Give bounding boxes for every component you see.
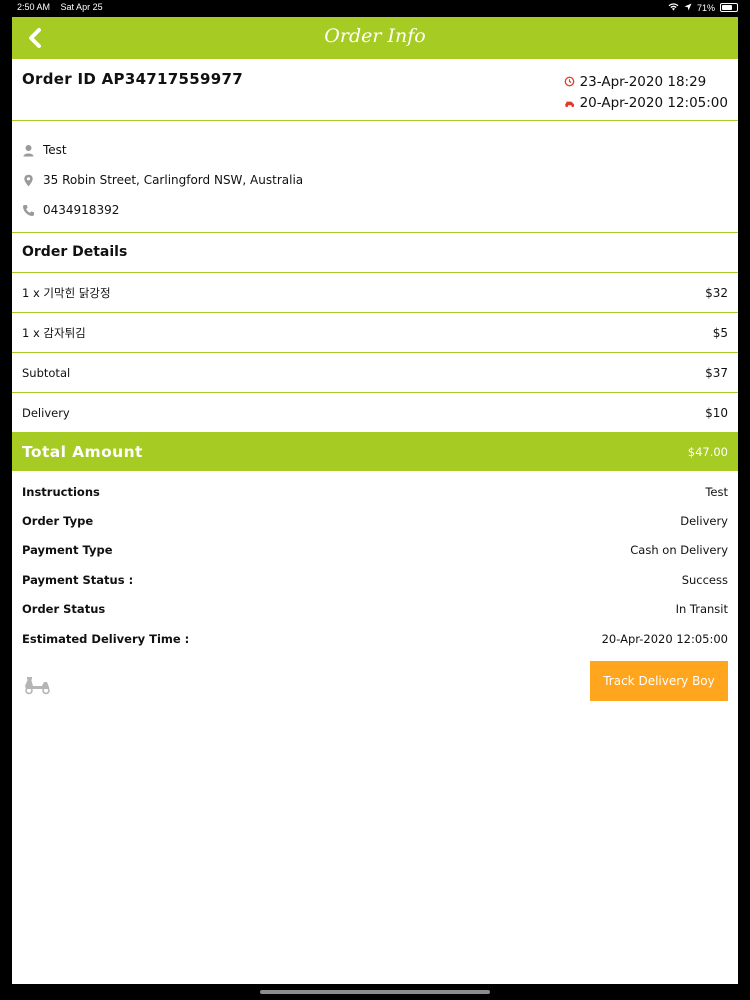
info-key: Instructions bbox=[22, 484, 100, 499]
info-value: Delivery bbox=[680, 514, 728, 529]
order-line-item: 1 x 기막힌 닭강정 $32 bbox=[12, 273, 738, 313]
info-row-payment-status: Payment Status : Success bbox=[12, 565, 738, 594]
info-row-instructions: Instructions Test bbox=[12, 477, 738, 506]
order-details-title: Order Details bbox=[12, 233, 738, 273]
customer-address-row: 35 Robin Street, Carlingford NSW, Austra… bbox=[12, 165, 738, 195]
order-line-item: 1 x 감자튀김 $5 bbox=[12, 313, 738, 353]
page-title: Order Info bbox=[324, 25, 426, 47]
order-info-list: Instructions Test Order Type Delivery Pa… bbox=[12, 471, 738, 653]
status-date: Sat Apr 25 bbox=[60, 2, 103, 12]
info-value: In Transit bbox=[675, 602, 728, 617]
info-row-estimated-delivery: Estimated Delivery Time : 20-Apr-2020 12… bbox=[12, 624, 738, 653]
customer-name-row: Test bbox=[12, 135, 738, 165]
order-date: 23-Apr-2020 18:29 bbox=[579, 73, 707, 90]
scooter-icon bbox=[25, 677, 50, 695]
info-value: 20-Apr-2020 12:05:00 bbox=[601, 631, 728, 646]
info-key: Payment Type bbox=[22, 543, 113, 558]
order-info-screen: Order Info Order ID AP34717559977 23-Apr… bbox=[12, 17, 738, 984]
total-amount-value: $47.00 bbox=[687, 445, 728, 459]
tracking-area: Track Delivery Boy bbox=[12, 661, 738, 721]
order-header: Order ID AP34717559977 23-Apr-2020 18:29… bbox=[12, 59, 738, 121]
person-icon bbox=[23, 144, 34, 156]
customer-section: Test 35 Robin Street, Carlingford NSW, A… bbox=[12, 121, 738, 233]
info-value: Success bbox=[681, 572, 728, 587]
info-value: Cash on Delivery bbox=[630, 543, 728, 558]
order-dates: 23-Apr-2020 18:29 20-Apr-2020 12:05:00 bbox=[564, 71, 728, 113]
customer-name: Test bbox=[43, 143, 67, 157]
navigation-bar: Order Info bbox=[12, 17, 738, 59]
customer-phone-row: 0434918392 bbox=[12, 195, 738, 225]
wifi-icon bbox=[668, 2, 679, 13]
subtotal-amount: $37 bbox=[705, 365, 728, 380]
subtotal-row: Subtotal $37 bbox=[12, 353, 738, 393]
line-item-label: 1 x 기막힌 닭강정 bbox=[22, 285, 111, 300]
line-item-label: 1 x 감자튀김 bbox=[22, 325, 86, 340]
battery-icon bbox=[720, 3, 738, 12]
order-date-row: 23-Apr-2020 18:29 bbox=[564, 71, 728, 92]
location-pin-icon bbox=[24, 174, 33, 186]
battery-percent: 71% bbox=[696, 2, 715, 13]
track-delivery-boy-button[interactable]: Track Delivery Boy bbox=[590, 661, 728, 702]
delivery-scooter-icon bbox=[564, 101, 574, 107]
home-indicator[interactable] bbox=[260, 990, 490, 994]
delivery-date-row: 20-Apr-2020 12:05:00 bbox=[564, 92, 728, 113]
customer-address: 35 Robin Street, Carlingford NSW, Austra… bbox=[43, 173, 304, 187]
info-key: Estimated Delivery Time : bbox=[22, 631, 190, 646]
order-id: Order ID AP34717559977 bbox=[22, 70, 243, 88]
status-time: 2:50 AM bbox=[17, 2, 51, 12]
info-row-order-status: Order Status In Transit bbox=[12, 595, 738, 624]
line-item-amount: $5 bbox=[712, 325, 728, 340]
delivery-fee-amount: $10 bbox=[705, 405, 728, 420]
location-arrow-icon bbox=[684, 3, 692, 13]
subtotal-label: Subtotal bbox=[22, 365, 71, 380]
delivery-fee-label: Delivery bbox=[22, 405, 70, 420]
info-row-order-type: Order Type Delivery bbox=[12, 506, 738, 535]
info-row-payment-type: Payment Type Cash on Delivery bbox=[12, 536, 738, 565]
delivery-fee-row: Delivery $10 bbox=[12, 393, 738, 433]
delivery-date: 20-Apr-2020 12:05:00 bbox=[579, 94, 728, 111]
clock-history-icon bbox=[564, 76, 574, 87]
info-key: Order Type bbox=[22, 514, 94, 529]
status-bar: 2:50 AM Sat Apr 25 71% bbox=[0, 0, 750, 15]
total-amount-bar: Total Amount $47.00 bbox=[12, 433, 738, 471]
line-item-amount: $32 bbox=[705, 285, 728, 300]
info-key: Payment Status : bbox=[22, 572, 134, 587]
battery-fill bbox=[722, 5, 732, 10]
phone-icon bbox=[23, 204, 34, 216]
info-key: Order Status bbox=[22, 602, 106, 617]
total-amount-label: Total Amount bbox=[22, 443, 143, 461]
info-value: Test bbox=[705, 484, 728, 499]
customer-phone: 0434918392 bbox=[43, 203, 120, 217]
